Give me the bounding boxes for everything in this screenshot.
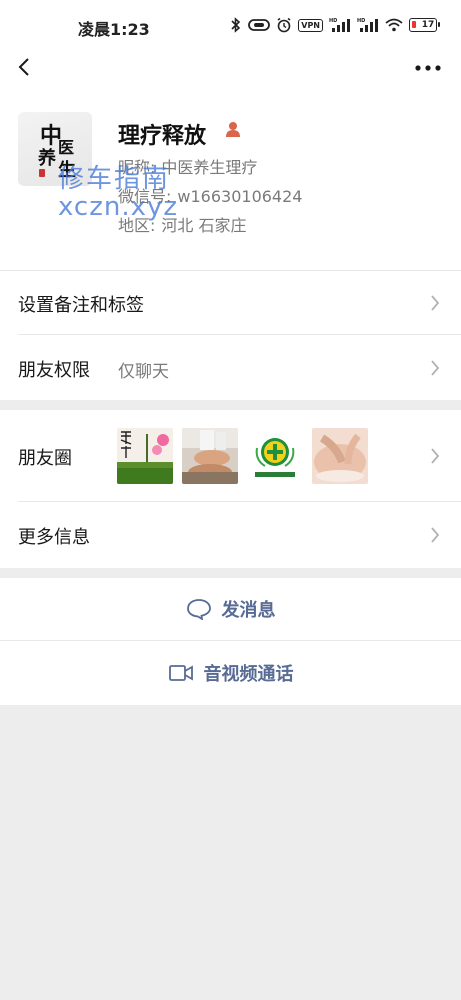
battery-icon: 17 bbox=[409, 18, 440, 32]
moments-label: 朋友圈 bbox=[18, 448, 72, 469]
wechat-id-label: 微信号: bbox=[118, 187, 172, 206]
alarm-icon bbox=[276, 17, 292, 33]
moments-thumb-2 bbox=[182, 428, 238, 484]
nickname-value: 中医养生理疗 bbox=[161, 158, 258, 177]
wechat-id-line: 微信号: w16630106424 bbox=[118, 183, 302, 207]
more-button[interactable] bbox=[413, 56, 443, 80]
svg-text:HD: HD bbox=[357, 18, 365, 24]
wifi-icon bbox=[385, 18, 403, 32]
signal-hd-1-icon: HD bbox=[329, 17, 351, 33]
status-icons: VPN HD HD 17 bbox=[230, 17, 440, 33]
battery-level-fill bbox=[412, 21, 416, 28]
loop-icon bbox=[248, 18, 271, 32]
contact-profile-page: 凌晨1:23 VPN HD HD 17 中 医 养 生 理疗释放 昵称: 中医养… bbox=[0, 0, 461, 1000]
status-time: 凌晨1:23 bbox=[78, 20, 150, 39]
nickname-label: 昵称: bbox=[118, 158, 156, 177]
remark-tags-row[interactable]: 设置备注和标签 bbox=[0, 271, 461, 335]
friend-permission-value: 仅聊天 bbox=[118, 362, 169, 382]
back-button[interactable] bbox=[12, 54, 40, 82]
remark-tags-label: 设置备注和标签 bbox=[18, 295, 144, 316]
vpn-icon: VPN bbox=[298, 18, 323, 32]
chevron-left-icon bbox=[18, 58, 29, 76]
friend-permission-row[interactable]: 朋友权限 仅聊天 bbox=[0, 335, 461, 400]
status-bar: 凌晨1:23 VPN HD HD 17 bbox=[0, 0, 461, 52]
region-label: 地区: bbox=[118, 216, 156, 235]
moments-thumb-4 bbox=[312, 428, 368, 484]
chevron-right-icon bbox=[429, 526, 441, 544]
chevron-right-icon bbox=[429, 447, 441, 465]
avatar-seal bbox=[39, 169, 45, 177]
more-dots-icon bbox=[415, 65, 441, 71]
video-call-icon bbox=[168, 662, 194, 684]
nav-bar bbox=[0, 52, 461, 102]
more-info-label: 更多信息 bbox=[18, 527, 90, 548]
send-message-label: 发消息 bbox=[221, 600, 276, 621]
nickname-line: 昵称: 中医养生理疗 bbox=[118, 154, 257, 178]
signal-hd-2-icon: HD bbox=[357, 17, 379, 33]
region-line: 地区: 河北 石家庄 bbox=[118, 212, 247, 236]
wechat-id-value[interactable]: w16630106424 bbox=[177, 187, 302, 206]
video-call-label: 音视频通话 bbox=[203, 664, 294, 685]
chevron-right-icon bbox=[429, 294, 441, 312]
avatar-char-4: 生 bbox=[58, 160, 76, 181]
avatar[interactable]: 中 医 养 生 bbox=[18, 112, 92, 186]
battery-percent: 17 bbox=[421, 20, 435, 30]
svg-text:HD: HD bbox=[329, 18, 337, 24]
person-icon bbox=[224, 120, 242, 138]
send-message-button[interactable]: 发消息 bbox=[0, 578, 461, 640]
region-value: 河北 石家庄 bbox=[161, 216, 247, 235]
avatar-char-3: 养 bbox=[38, 148, 56, 169]
contact-name: 理疗释放 bbox=[118, 124, 207, 149]
avatar-char-2: 医 bbox=[58, 138, 75, 157]
moments-thumb-1 bbox=[117, 428, 173, 484]
friend-permission-label: 朋友权限 bbox=[18, 360, 90, 381]
chat-bubble-icon bbox=[186, 598, 212, 621]
moments-thumb-3 bbox=[247, 428, 303, 484]
video-call-button[interactable]: 音视频通话 bbox=[0, 641, 461, 705]
moments-row[interactable]: 朋友圈 bbox=[0, 410, 461, 502]
bluetooth-icon bbox=[230, 17, 242, 33]
profile-card: 中 医 养 生 理疗释放 昵称: 中医养生理疗 微信号: w16630106424 … bbox=[0, 102, 461, 270]
more-info-row[interactable]: 更多信息 bbox=[0, 502, 461, 568]
chevron-right-icon bbox=[429, 359, 441, 377]
